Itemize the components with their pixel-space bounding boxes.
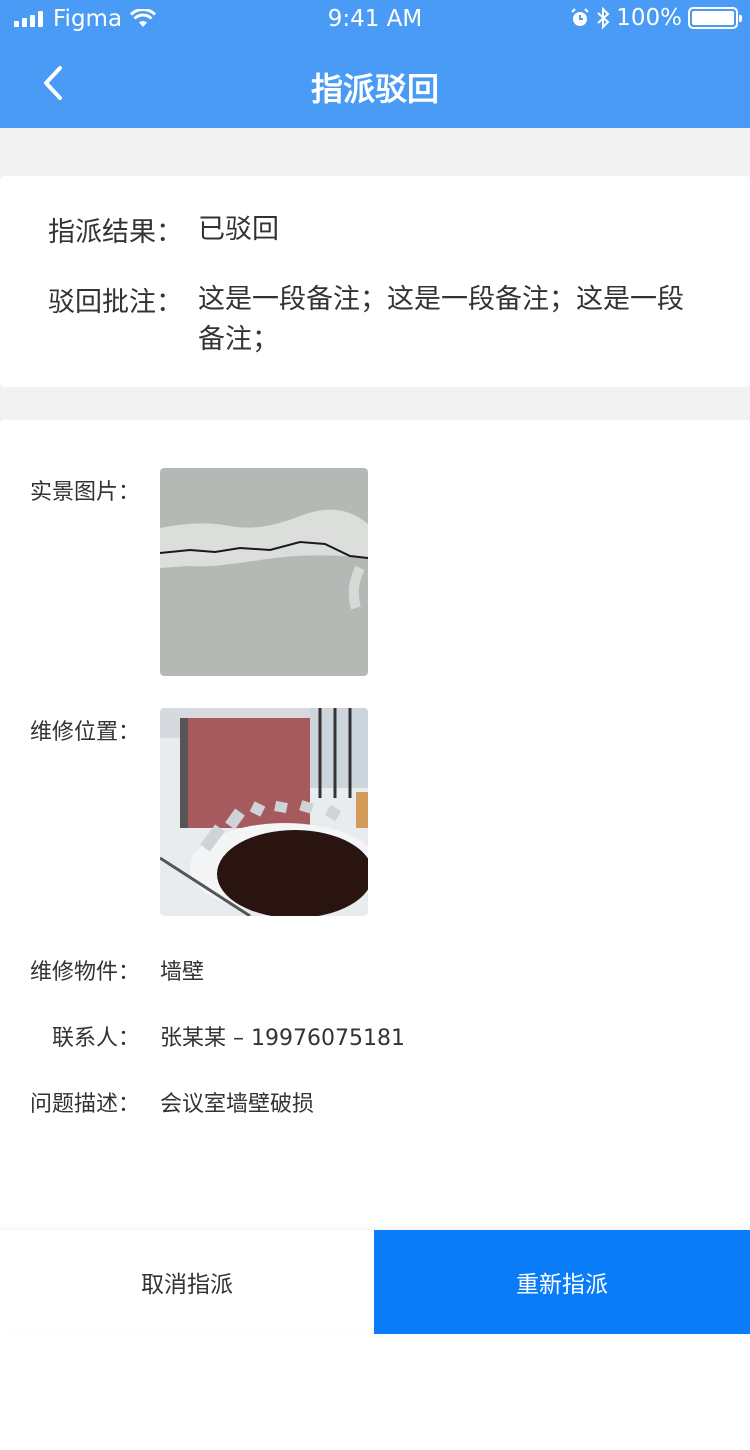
cancel-assignment-button[interactable]: 取消指派: [0, 1230, 374, 1334]
repair-detail-card: 实景图片： 维修位置： 维修物件： 墙壁 联系人： 张某某 – 19976075…: [0, 420, 750, 1230]
status-bar: Figma 9:41 AM 100%: [0, 0, 750, 40]
rejection-note-value: 这是一段备注；这是一段备注；这是一段备注；: [198, 284, 684, 355]
component-value: 墙壁: [160, 960, 205, 985]
contact-label: 联系人：: [51, 1026, 140, 1051]
scene-photo[interactable]: [160, 468, 368, 676]
battery-percent: 100%: [616, 5, 682, 31]
result-label: 指派结果：: [48, 217, 183, 248]
result-value: 已驳回: [198, 214, 279, 245]
photo-label: 实景图片：: [29, 480, 140, 505]
alarm-icon: [571, 8, 589, 26]
page-title: 指派驳回: [310, 70, 439, 108]
issue-value: 会议室墙壁破损: [160, 1092, 315, 1117]
reassign-button[interactable]: 重新指派: [374, 1230, 750, 1334]
component-label: 维修物件：: [29, 960, 140, 985]
nav-bar: 指派驳回: [0, 40, 750, 128]
location-label: 维修位置：: [29, 720, 140, 745]
issue-label: 问题描述：: [29, 1092, 140, 1117]
rejection-note-label: 驳回批注：: [48, 287, 183, 318]
action-bar: 取消指派 重新指派: [0, 1230, 750, 1334]
bluetooth-icon: [597, 7, 610, 29]
header-bar: Figma 9:41 AM 100% 指派驳回: [0, 0, 750, 128]
location-image[interactable]: [160, 708, 368, 916]
battery-icon: [688, 7, 742, 29]
contact-value: 张某某 – 19976075181: [160, 1026, 405, 1051]
assignment-result-card: 指派结果： 已驳回 驳回批注： 这是一段备注；这是一段备注；这是一段备注；: [0, 176, 750, 387]
